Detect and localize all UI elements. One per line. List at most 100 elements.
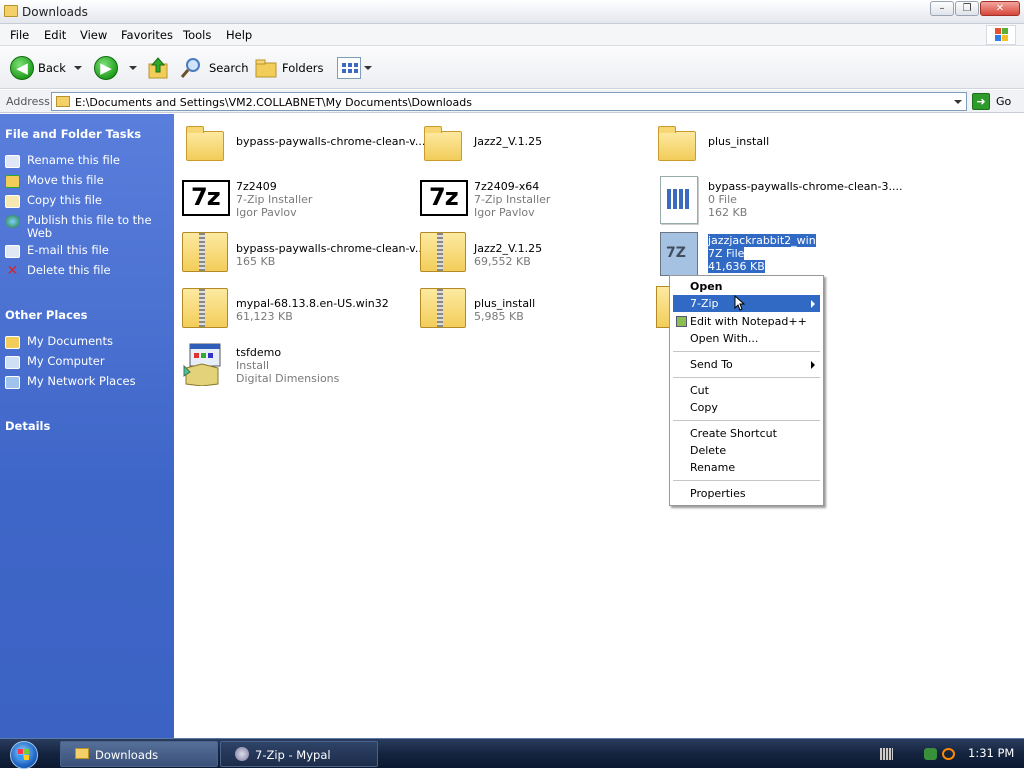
menu-favorites[interactable]: Favorites [121, 28, 173, 42]
back-button[interactable]: Back [38, 61, 66, 75]
zip-folder-icon [178, 230, 228, 276]
go-arrow-icon[interactable]: ➜ [972, 93, 990, 110]
folders-icon[interactable] [255, 58, 277, 78]
email-file-link[interactable]: E-mail this file [5, 244, 170, 258]
7zip-installer-icon: 7z [178, 176, 230, 222]
other-places-title[interactable]: Other Places [5, 308, 88, 322]
ctx-copy[interactable]: Copy [673, 399, 820, 416]
clock[interactable]: 1:31 PM [968, 746, 1014, 760]
move-icon [5, 175, 20, 188]
ctx-create-shortcut[interactable]: Create Shortcut [673, 425, 820, 442]
forward-arrow-icon[interactable]: ▶ [94, 56, 118, 80]
forward-dropdown-icon[interactable] [129, 66, 137, 70]
ctx-edit-notepad[interactable]: Edit with Notepad++ [673, 313, 820, 330]
ctx-cut[interactable]: Cut [673, 382, 820, 399]
search-tray-icon[interactable] [942, 748, 955, 760]
7z-file-icon: 7Z [650, 230, 700, 276]
file-item[interactable]: tsfdemo Install Digital Dimensions [178, 340, 408, 394]
file-item[interactable]: bypass-paywalls-chrome-clean-v... [178, 123, 425, 177]
my-documents-link[interactable]: My Documents [5, 335, 170, 349]
submenu-arrow-icon [811, 361, 815, 369]
address-bar: Address E:\Documents and Settings\VM2.CO… [0, 90, 1024, 113]
file-item[interactable]: plus_install 5,985 KB [416, 286, 646, 340]
move-file-link[interactable]: Move this file [5, 174, 170, 188]
file-item[interactable]: 7z 7z2409-x64 7-Zip Installer Igor Pavlo… [416, 176, 646, 230]
file-item[interactable]: 7z 7z2409 7-Zip Installer Igor Pavlov [178, 176, 408, 230]
separator [673, 420, 820, 421]
ctx-delete[interactable]: Delete [673, 442, 820, 459]
my-computer-link[interactable]: My Computer [5, 355, 170, 369]
close-button[interactable]: ✕ [980, 1, 1020, 16]
file-item[interactable]: bypass-paywalls-chrome-clean-v... 165 KB [178, 230, 425, 284]
folder-icon [650, 123, 700, 169]
taskbar-button-mypal[interactable]: 7-Zip - Mypal [220, 741, 378, 767]
menu-tools[interactable]: Tools [183, 28, 211, 42]
taskbar: Downloads 7-Zip - Mypal 1:31 PM [0, 738, 1024, 769]
back-dropdown-icon[interactable] [74, 66, 82, 70]
delete-file-link[interactable]: ✕ Delete this file [5, 263, 170, 279]
zip-folder-icon [178, 286, 228, 332]
explorer-window: Downloads – ❐ ✕ File Edit View Favorites… [0, 0, 1024, 738]
start-button[interactable] [10, 741, 38, 769]
file-item[interactable]: bypass-paywalls-chrome-clean-3.... 0 Fil… [650, 176, 902, 230]
ctx-rename[interactable]: Rename [673, 459, 820, 476]
document-icon [650, 176, 700, 224]
back-arrow-icon[interactable]: ◀ [10, 56, 34, 80]
menu-help[interactable]: Help [226, 28, 252, 42]
my-network-places-link[interactable]: My Network Places [5, 375, 170, 389]
ctx-open-with[interactable]: Open With... [673, 330, 820, 347]
file-item[interactable]: mypal-68.13.8.en-US.win32 61,123 KB [178, 286, 408, 340]
file-folder-tasks-title[interactable]: File and Folder Tasks [5, 127, 141, 141]
delete-x-icon: ✕ [6, 263, 19, 279]
ctx-properties[interactable]: Properties [673, 485, 820, 502]
folder-icon [178, 123, 228, 169]
file-item[interactable]: Jazz2_V.1.25 [416, 123, 646, 177]
menu-bar: File Edit View Favorites Tools Help [0, 24, 1024, 46]
publish-file-link[interactable]: Publish this file to the Web [5, 214, 170, 242]
separator [673, 480, 820, 481]
folder-icon [56, 96, 70, 107]
rename-icon [5, 155, 20, 168]
my-computer-icon [5, 356, 20, 369]
address-label: Address [6, 95, 50, 108]
my-documents-icon [5, 336, 20, 349]
copy-file-link[interactable]: Copy this file [5, 194, 170, 208]
go-button[interactable]: Go [996, 95, 1011, 108]
copy-icon [5, 195, 20, 208]
installer-icon [178, 340, 228, 387]
folders-button[interactable]: Folders [282, 61, 324, 75]
rename-file-link[interactable]: Rename this file [5, 154, 170, 168]
search-icon[interactable] [180, 56, 204, 80]
windows-logo-icon [986, 25, 1016, 45]
zip-folder-icon [416, 230, 466, 276]
address-input[interactable]: E:\Documents and Settings\VM2.COLLABNET\… [51, 92, 967, 111]
file-item[interactable]: plus_install [650, 123, 880, 177]
views-dropdown-icon[interactable] [364, 66, 372, 70]
network-icon [5, 376, 20, 389]
file-item[interactable]: Jazz2_V.1.25 69,552 KB [416, 230, 646, 284]
context-menu: Open 7-Zip Edit with Notepad++ Open With… [669, 275, 824, 506]
menu-view[interactable]: View [80, 28, 107, 42]
title-bar: Downloads – ❐ ✕ [0, 0, 1024, 24]
search-button[interactable]: Search [209, 61, 249, 75]
maximize-button[interactable]: ❐ [955, 1, 979, 16]
window-title: Downloads [22, 5, 88, 19]
up-folder-icon[interactable] [147, 56, 169, 80]
taskbar-button-downloads[interactable]: Downloads [60, 741, 218, 767]
menu-edit[interactable]: Edit [44, 28, 66, 42]
7zip-installer-icon: 7z [416, 176, 468, 222]
keyboard-icon[interactable] [880, 748, 893, 760]
address-dropdown-icon[interactable] [950, 93, 966, 110]
menu-file[interactable]: File [10, 28, 29, 42]
network-tray-icon[interactable] [924, 748, 937, 760]
minimize-button[interactable]: – [930, 1, 954, 16]
details-title[interactable]: Details [5, 419, 50, 433]
zip-folder-icon [416, 286, 466, 332]
ctx-open[interactable]: Open [673, 278, 820, 295]
ctx-7zip[interactable]: 7-Zip [673, 295, 820, 312]
views-icon[interactable] [337, 57, 361, 79]
ctx-send-to[interactable]: Send To [673, 356, 820, 373]
task-pane: File and Folder Tasks Rename this file M… [0, 114, 174, 738]
standard-toolbar: ◀ Back ▶ Search Folders [0, 47, 1024, 89]
address-value[interactable]: E:\Documents and Settings\VM2.COLLABNET\… [75, 96, 472, 109]
